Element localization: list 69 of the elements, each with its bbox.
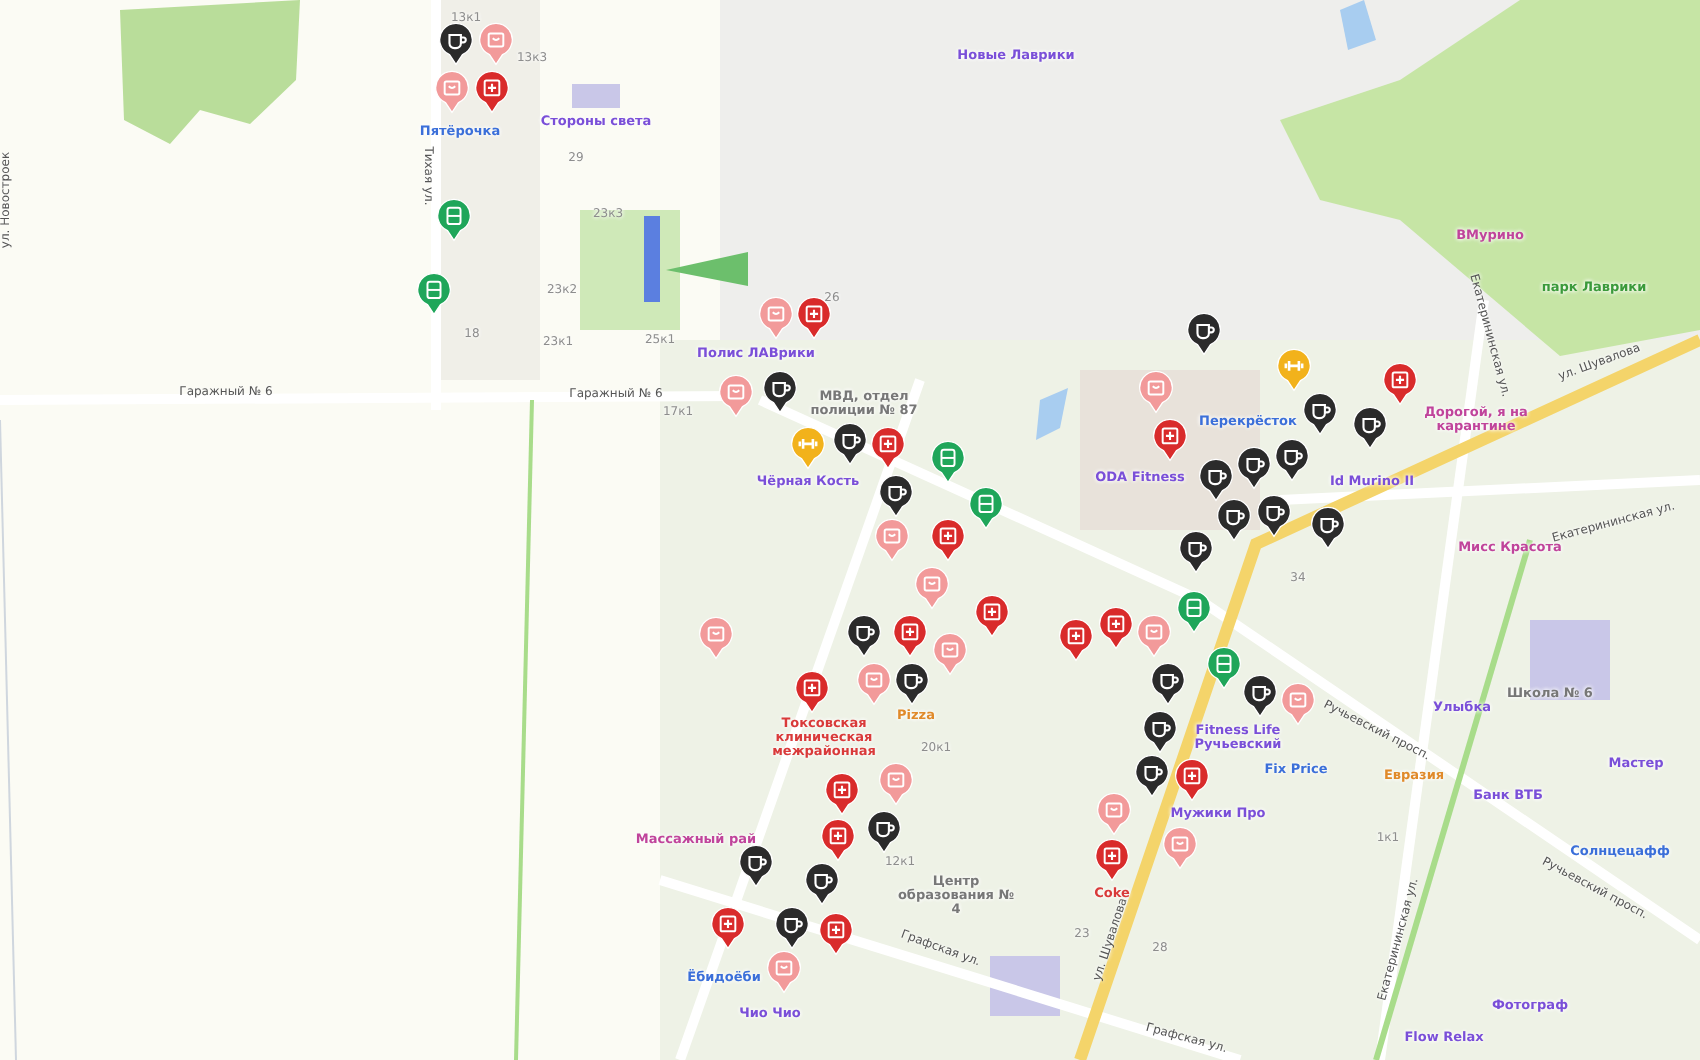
basket-marker[interactable] [766, 950, 802, 994]
basket-marker[interactable] [1096, 792, 1132, 836]
cross-marker[interactable] [1382, 362, 1418, 406]
cross-marker[interactable] [474, 70, 510, 114]
cup-marker[interactable] [1302, 392, 1338, 436]
basket-marker[interactable] [1138, 370, 1174, 414]
basket-marker[interactable] [874, 518, 910, 562]
basket-marker[interactable] [434, 70, 470, 114]
cup-marker[interactable] [774, 906, 810, 950]
bus-marker[interactable] [436, 198, 472, 242]
cup-marker[interactable] [738, 844, 774, 888]
basket-marker[interactable] [932, 632, 968, 676]
basket-marker[interactable] [1136, 614, 1172, 658]
cross-marker[interactable] [1098, 606, 1134, 650]
cup-marker[interactable] [1134, 754, 1170, 798]
basket-marker[interactable] [878, 762, 914, 806]
cup-marker[interactable] [1142, 710, 1178, 754]
cross-marker[interactable] [820, 818, 856, 862]
highlighted-building [644, 216, 660, 302]
cup-marker[interactable] [804, 862, 840, 906]
cup-marker[interactable] [1178, 530, 1214, 574]
bus-marker[interactable] [968, 486, 1004, 530]
cross-marker[interactable] [1058, 618, 1094, 662]
cup-marker[interactable] [846, 614, 882, 658]
cross-marker[interactable] [1152, 418, 1188, 462]
basket-marker[interactable] [718, 374, 754, 418]
pond [1036, 388, 1068, 440]
cup-marker[interactable] [1352, 406, 1388, 450]
cup-marker[interactable] [1150, 662, 1186, 706]
cross-marker[interactable] [930, 518, 966, 562]
cross-marker[interactable] [892, 614, 928, 658]
basket-marker[interactable] [856, 662, 892, 706]
bus-marker[interactable] [1176, 590, 1212, 634]
basket-marker[interactable] [698, 616, 734, 660]
cup-marker[interactable] [438, 22, 474, 66]
cup-marker[interactable] [894, 662, 930, 706]
bus-marker[interactable] [1206, 646, 1242, 690]
cross-marker[interactable] [870, 426, 906, 470]
cup-marker[interactable] [1310, 506, 1346, 550]
basket-marker[interactable] [758, 296, 794, 340]
view-direction-cone [666, 252, 748, 286]
cup-marker[interactable] [1186, 312, 1222, 356]
cup-marker[interactable] [1256, 494, 1292, 538]
school-building [572, 84, 620, 108]
bus-marker[interactable] [416, 272, 452, 316]
cross-marker[interactable] [710, 906, 746, 950]
cup-marker[interactable] [1242, 674, 1278, 718]
pond [1340, 0, 1376, 50]
cross-marker[interactable] [824, 772, 860, 816]
bus-marker[interactable] [930, 440, 966, 484]
cross-marker[interactable] [974, 594, 1010, 638]
cup-marker[interactable] [1216, 498, 1252, 542]
basket-marker[interactable] [1162, 826, 1198, 870]
dumbbell-marker[interactable] [790, 426, 826, 470]
basket-marker[interactable] [914, 566, 950, 610]
cup-marker[interactable] [866, 810, 902, 854]
cup-marker[interactable] [762, 370, 798, 414]
cup-marker[interactable] [832, 422, 868, 466]
dumbbell-marker[interactable] [1276, 348, 1312, 392]
cup-marker[interactable] [1236, 446, 1272, 490]
cup-marker[interactable] [1274, 438, 1310, 482]
cup-marker[interactable] [1198, 458, 1234, 502]
cup-marker[interactable] [878, 474, 914, 518]
basket-marker[interactable] [1280, 682, 1316, 726]
cross-marker[interactable] [818, 912, 854, 956]
basket-marker[interactable] [478, 22, 514, 66]
cross-marker[interactable] [1094, 838, 1130, 882]
cross-marker[interactable] [794, 670, 830, 714]
cross-marker[interactable] [1174, 758, 1210, 802]
